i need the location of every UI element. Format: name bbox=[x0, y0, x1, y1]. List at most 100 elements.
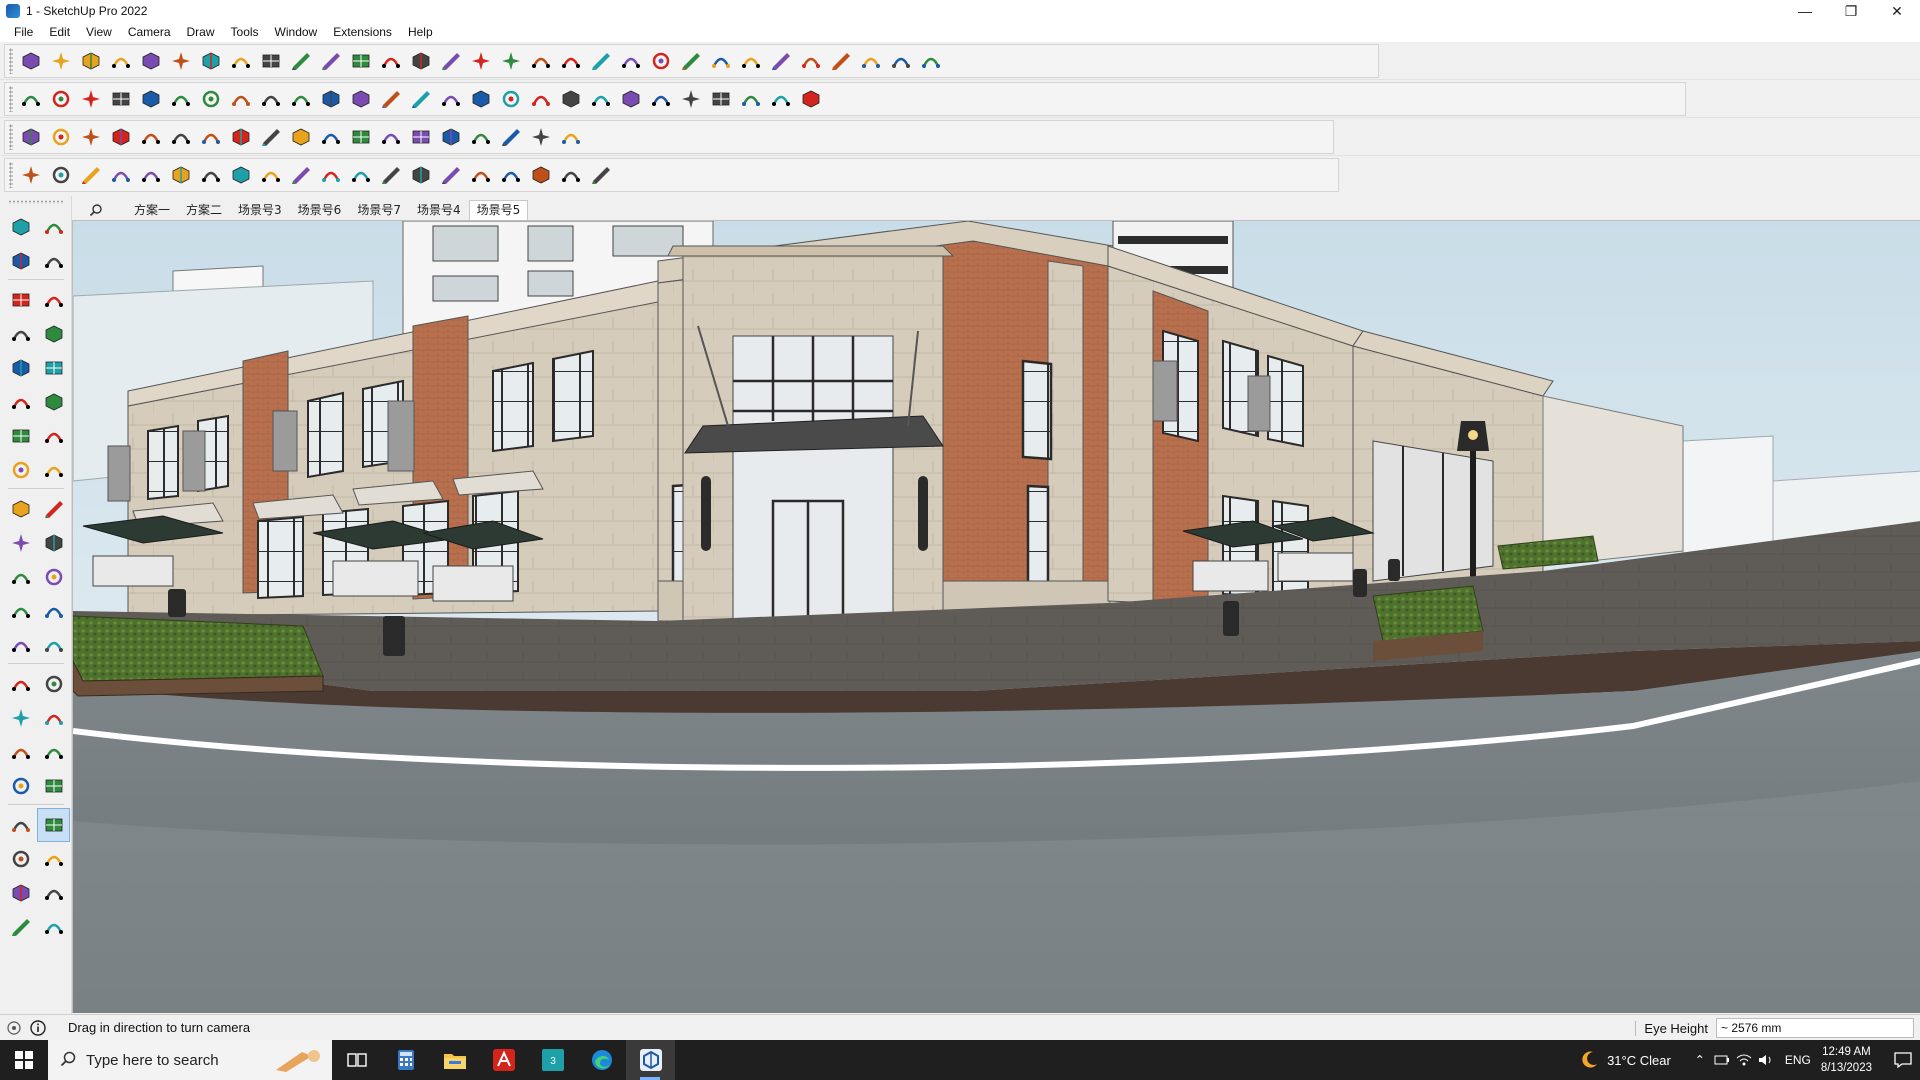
x-ray-icon[interactable] bbox=[556, 46, 586, 76]
roof-icon[interactable] bbox=[256, 160, 286, 190]
battery-icon[interactable] bbox=[1711, 1040, 1733, 1080]
scene-tab-3[interactable]: 场景号3 bbox=[230, 200, 290, 220]
previous-view-icon[interactable] bbox=[37, 769, 70, 803]
louver-icon[interactable] bbox=[406, 160, 436, 190]
toolbar-grip[interactable] bbox=[9, 124, 13, 150]
zoom-extents-tool-icon[interactable] bbox=[4, 769, 37, 803]
tape-measure-icon[interactable] bbox=[346, 46, 376, 76]
paint-bucket-icon[interactable] bbox=[406, 46, 436, 76]
fence-icon[interactable] bbox=[556, 160, 586, 190]
input-language[interactable]: ENG bbox=[1785, 1053, 1811, 1067]
follow-me-icon[interactable] bbox=[226, 46, 256, 76]
solid-tools-icon[interactable] bbox=[256, 84, 286, 114]
styles-icon[interactable] bbox=[766, 46, 796, 76]
top-view-icon[interactable] bbox=[76, 84, 106, 114]
taskbar-clock[interactable]: 12:49 AM 8/13/2023 bbox=[1821, 1044, 1872, 1076]
push-pull-tool-icon[interactable] bbox=[37, 492, 70, 526]
restore-icon[interactable]: ❐ bbox=[1828, 0, 1874, 22]
orbit-camera-icon[interactable] bbox=[4, 701, 37, 735]
plane-icon[interactable] bbox=[46, 122, 76, 152]
ellipse-icon[interactable] bbox=[646, 84, 676, 114]
look-around-icon[interactable] bbox=[37, 808, 70, 842]
tube-icon[interactable] bbox=[286, 122, 316, 152]
scatter-icon[interactable] bbox=[496, 122, 526, 152]
rotate-tool-icon[interactable] bbox=[4, 526, 37, 560]
offset-tool-icon[interactable] bbox=[37, 560, 70, 594]
iso-view-icon[interactable] bbox=[46, 84, 76, 114]
array-icon[interactable] bbox=[166, 122, 196, 152]
house-icon[interactable] bbox=[406, 84, 436, 114]
bezier-icon[interactable] bbox=[16, 160, 46, 190]
dimension-icon[interactable] bbox=[37, 594, 70, 628]
arc-tool-icon[interactable] bbox=[4, 419, 37, 453]
box-icon[interactable] bbox=[16, 84, 46, 114]
arc3-tool-icon[interactable] bbox=[4, 453, 37, 487]
trim-icon[interactable] bbox=[106, 160, 136, 190]
outline-icon[interactable] bbox=[436, 84, 466, 114]
line-icon[interactable] bbox=[106, 46, 136, 76]
push-pull-icon[interactable] bbox=[196, 46, 226, 76]
toolbar-grip[interactable] bbox=[9, 48, 13, 74]
wall-icon[interactable] bbox=[286, 160, 316, 190]
minimize-icon[interactable]: — bbox=[1782, 0, 1828, 22]
send-to-layout-icon[interactable] bbox=[796, 46, 826, 76]
layers-icon[interactable] bbox=[616, 46, 646, 76]
mirror-icon[interactable] bbox=[196, 122, 226, 152]
scale-icon[interactable] bbox=[316, 46, 346, 76]
line-tool-icon[interactable] bbox=[4, 317, 37, 351]
arc-icon[interactable] bbox=[136, 46, 166, 76]
taskbar-search[interactable]: Type here to search bbox=[48, 1040, 332, 1080]
back-view-icon[interactable] bbox=[166, 84, 196, 114]
truss-icon[interactable] bbox=[526, 160, 556, 190]
task-view-icon[interactable] bbox=[332, 1040, 381, 1080]
zoom-extents-icon[interactable] bbox=[526, 46, 556, 76]
curve-tools-icon[interactable] bbox=[526, 84, 556, 114]
stamp-icon[interactable] bbox=[736, 84, 766, 114]
file-explorer-icon[interactable] bbox=[430, 1040, 479, 1080]
materials-icon[interactable] bbox=[736, 46, 766, 76]
window-tool-icon[interactable] bbox=[316, 160, 346, 190]
menu-camera[interactable]: Camera bbox=[120, 22, 179, 42]
stair-icon[interactable] bbox=[196, 160, 226, 190]
arc2-tool-icon[interactable] bbox=[37, 419, 70, 453]
subdivide-icon[interactable] bbox=[526, 122, 556, 152]
face-blue-icon[interactable] bbox=[16, 122, 46, 152]
match-photo-icon[interactable] bbox=[346, 84, 376, 114]
undo-icon[interactable] bbox=[856, 46, 886, 76]
geo-location-icon[interactable] bbox=[4, 1018, 24, 1038]
tape-tool-icon[interactable] bbox=[4, 594, 37, 628]
nurbs-icon[interactable] bbox=[76, 160, 106, 190]
orbit-tool-icon[interactable] bbox=[37, 210, 70, 244]
menu-extensions[interactable]: Extensions bbox=[325, 22, 400, 42]
polygon-icon[interactable] bbox=[616, 84, 646, 114]
3d-text-icon[interactable] bbox=[37, 667, 70, 701]
section-cuts-icon[interactable] bbox=[37, 876, 70, 910]
info-icon[interactable] bbox=[28, 1018, 48, 1038]
scene-tab-1[interactable]: 方案一 bbox=[126, 200, 178, 220]
component-icon[interactable] bbox=[4, 283, 37, 317]
section-icon[interactable] bbox=[646, 46, 676, 76]
measurements-input[interactable]: ~ 2576 mm bbox=[1716, 1018, 1914, 1038]
move-icon[interactable] bbox=[256, 46, 286, 76]
front-view-icon[interactable] bbox=[106, 84, 136, 114]
notification-icon[interactable] bbox=[1886, 1040, 1920, 1080]
menu-view[interactable]: View bbox=[78, 22, 120, 42]
extrude-icon[interactable] bbox=[106, 122, 136, 152]
eraser-tool-icon[interactable] bbox=[37, 244, 70, 278]
freehand-icon[interactable] bbox=[37, 317, 70, 351]
close-icon[interactable]: ✕ bbox=[1874, 0, 1920, 22]
menu-draw[interactable]: Draw bbox=[179, 22, 223, 42]
joint-push-pull-icon[interactable] bbox=[226, 122, 256, 152]
chamfer-icon[interactable] bbox=[406, 122, 436, 152]
pan-icon[interactable] bbox=[466, 46, 496, 76]
follow-me-tool-icon[interactable] bbox=[37, 526, 70, 560]
spline-icon[interactable] bbox=[46, 160, 76, 190]
scene-tab-2[interactable]: 方案二 bbox=[178, 200, 230, 220]
section-plane-icon[interactable] bbox=[37, 842, 70, 876]
group-icon[interactable] bbox=[76, 122, 106, 152]
circle-icon[interactable] bbox=[586, 84, 616, 114]
profile-icon[interactable] bbox=[376, 160, 406, 190]
scene-tab-5[interactable]: 场景号7 bbox=[349, 200, 409, 220]
start-windows-icon[interactable] bbox=[0, 1040, 48, 1080]
railing-icon[interactable] bbox=[226, 160, 256, 190]
